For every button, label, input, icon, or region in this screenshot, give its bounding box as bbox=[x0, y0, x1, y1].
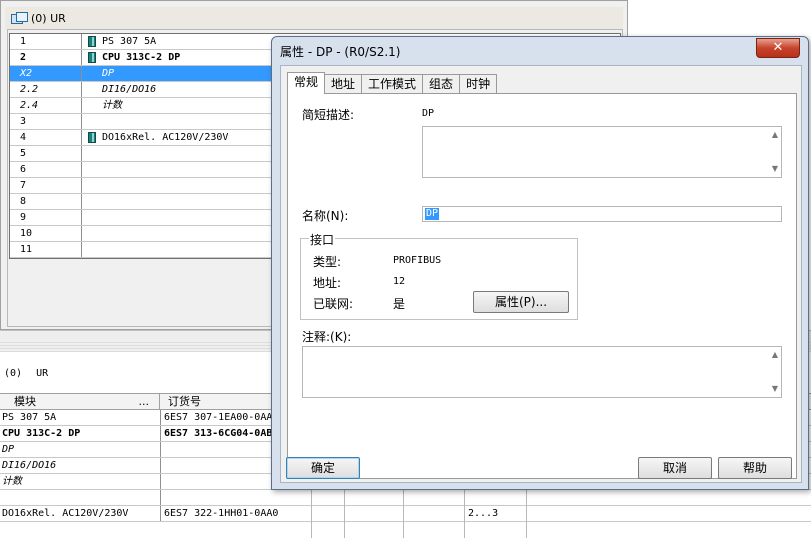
rack-title: (0) UR bbox=[31, 11, 66, 25]
properties-dialog: 属性 - DP - (R0/S2.1) ✕ 常规 地址 工作模式 组态 时钟 简… bbox=[271, 36, 809, 490]
rack-slot: 2.4 bbox=[10, 98, 82, 113]
header-module-label: 模块 bbox=[14, 395, 36, 408]
detail-title-name: UR bbox=[36, 368, 49, 379]
short-desc-value: DP bbox=[422, 108, 435, 119]
close-button[interactable]: ✕ bbox=[756, 38, 800, 58]
rack-slot: 4 bbox=[10, 130, 82, 145]
type-label: 类型: bbox=[313, 255, 342, 269]
tab-address[interactable]: 地址 bbox=[324, 74, 363, 94]
comment-textarea[interactable]: ▲ ▼ bbox=[302, 346, 782, 398]
dialog-title: 属性 - DP - (R0/S2.1) bbox=[280, 45, 401, 59]
name-label: 名称(N): bbox=[302, 209, 349, 223]
close-icon: ✕ bbox=[772, 40, 784, 55]
rack-module-label: DP bbox=[102, 68, 115, 79]
tab-configuration[interactable]: 组态 bbox=[422, 74, 461, 94]
dialog-body: 常规 地址 工作模式 组态 时钟 简短描述: DP ▲ ▼ 名称(N): DP … bbox=[280, 65, 802, 483]
module-icon bbox=[88, 52, 96, 63]
networked-value: 是 bbox=[393, 297, 406, 311]
rack-module-label: DO16xRel. AC120V/230V bbox=[102, 132, 229, 143]
detail-address-cell bbox=[466, 490, 526, 505]
rack-slot: 9 bbox=[10, 210, 82, 225]
header-order-no[interactable]: 订货号 bbox=[162, 394, 282, 410]
rack-slot: X2 bbox=[10, 66, 82, 81]
rack-icon bbox=[11, 12, 28, 24]
comment-label: 注释:(K): bbox=[302, 330, 352, 344]
name-input[interactable]: DP bbox=[422, 206, 782, 222]
interface-legend: 接口 bbox=[309, 231, 336, 248]
table-row[interactable] bbox=[0, 490, 811, 506]
detail-module-cell: DI16/DO16 bbox=[0, 458, 161, 473]
general-tab-panel: 简短描述: DP ▲ ▼ 名称(N): DP 接口 类型: PROFIBUS 地… bbox=[287, 93, 797, 479]
rack-module-label: PS 307 5A bbox=[102, 36, 157, 47]
detail-module-cell bbox=[0, 490, 161, 505]
table-row[interactable]: DO16xRel. AC120V/230V 6ES7 322-1HH01-0AA0… bbox=[0, 506, 811, 522]
rack-module-label: 计数 bbox=[102, 100, 122, 111]
module-icon bbox=[88, 132, 96, 143]
interface-properties-button[interactable]: 属性(P)... bbox=[473, 291, 569, 313]
rack-slot: 10 bbox=[10, 226, 82, 241]
detail-order-cell: 6ES7 322-1HH01-0AA0 bbox=[164, 508, 279, 519]
rack-module-label: DI16/DO16 bbox=[102, 84, 157, 95]
detail-module-cell: DO16xRel. AC120V/230V bbox=[0, 506, 161, 521]
detail-module-cell: DP bbox=[0, 442, 161, 457]
detail-address-cell: 2...3 bbox=[468, 508, 499, 519]
ok-button[interactable]: 确定 bbox=[286, 457, 360, 479]
short-desc-label: 简短描述: bbox=[302, 108, 355, 122]
short-desc-textarea[interactable]: ▲ ▼ bbox=[422, 126, 782, 178]
type-value: PROFIBUS bbox=[393, 255, 442, 266]
rack-slot: 2 bbox=[10, 50, 82, 65]
scroll-up-icon[interactable]: ▲ bbox=[771, 351, 779, 359]
module-icon bbox=[88, 36, 96, 47]
detail-module-cell: PS 307 5A bbox=[0, 410, 161, 425]
tab-operating-mode[interactable]: 工作模式 bbox=[361, 74, 424, 94]
cancel-button[interactable]: 取消 bbox=[638, 457, 712, 479]
tab-clock[interactable]: 时钟 bbox=[459, 74, 498, 94]
help-button[interactable]: 帮助 bbox=[718, 457, 792, 479]
rack-module-label: CPU 313C-2 DP bbox=[102, 52, 181, 63]
detail-title: (0) UR bbox=[4, 368, 62, 379]
interface-group: 接口 类型: PROFIBUS 地址: 12 已联网: 是 属性(P)... bbox=[300, 231, 578, 320]
rack-slot: 5 bbox=[10, 146, 82, 161]
detail-title-id: (0) bbox=[4, 368, 23, 379]
scroll-up-icon[interactable]: ▲ bbox=[771, 131, 779, 139]
detail-module-cell: 计数 bbox=[0, 474, 161, 489]
networked-label: 已联网: bbox=[313, 297, 354, 311]
rack-slot: 11 bbox=[10, 242, 82, 257]
tab-general[interactable]: 常规 bbox=[287, 72, 326, 94]
detail-module-cell: CPU 313C-2 DP bbox=[0, 426, 161, 441]
header-module[interactable]: 模块 ... bbox=[0, 394, 160, 410]
rack-slot: 7 bbox=[10, 178, 82, 193]
rack-slot: 3 bbox=[10, 114, 82, 129]
tab-strip: 常规 地址 工作模式 组态 时钟 bbox=[287, 72, 498, 94]
rack-slot: 8 bbox=[10, 194, 82, 209]
rack-slot: 2.2 bbox=[10, 82, 82, 97]
rack-slot: 1 bbox=[10, 34, 82, 49]
scroll-down-icon[interactable]: ▼ bbox=[771, 165, 779, 173]
address-label: 地址: bbox=[313, 276, 342, 290]
rack-slot: 6 bbox=[10, 162, 82, 177]
detail-order-cell bbox=[162, 490, 312, 505]
scroll-down-icon[interactable]: ▼ bbox=[771, 385, 779, 393]
name-input-value: DP bbox=[425, 208, 440, 220]
header-dots: ... bbox=[138, 395, 150, 408]
rack-title-bar: (0) UR bbox=[5, 7, 623, 29]
address-value: 12 bbox=[393, 276, 406, 287]
